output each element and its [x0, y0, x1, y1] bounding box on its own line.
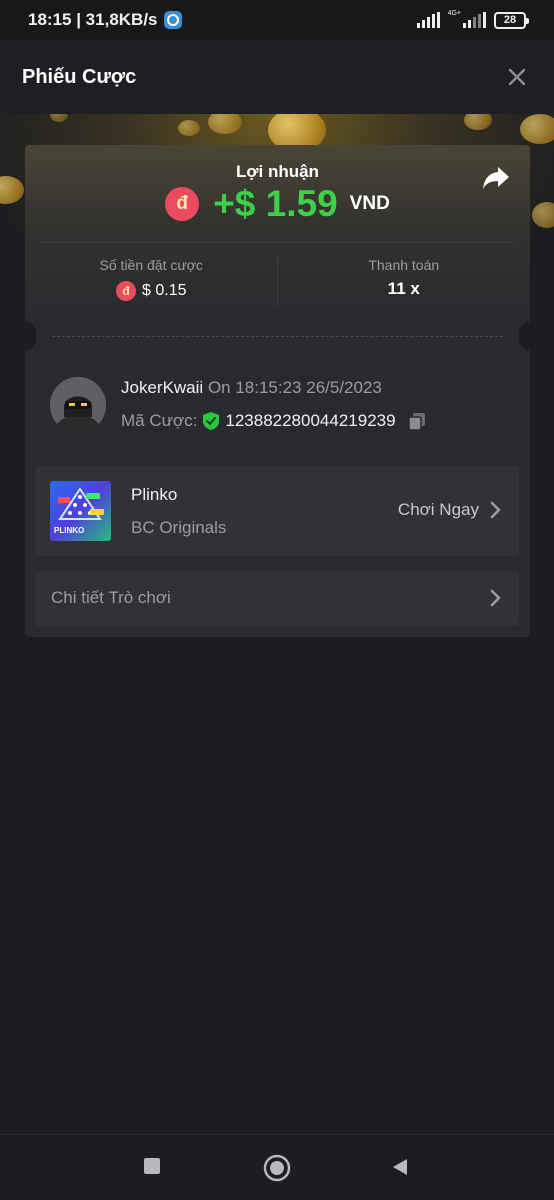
battery-icon: 28	[494, 11, 529, 29]
bet-slip-card: Lợi nhuận đ +$ 1.59 VND Số tiền đặt cược…	[14, 145, 541, 637]
bet-time: On 18:15:23 26/5/2023	[207, 378, 382, 397]
chevron-right-icon	[490, 589, 501, 607]
square-icon	[144, 1158, 160, 1174]
stats-row: Số tiền đặt cược đ $ 0.15 Thanh toán 11 …	[25, 243, 530, 323]
bet-id-label: Mã Cược:	[121, 411, 198, 430]
avatar-image	[50, 377, 106, 433]
avatar[interactable]	[50, 377, 106, 433]
game-row[interactable]: PLINKO Plinko BC Originals Chơi Ngay	[35, 466, 519, 556]
bet-user-row: JokerKwaii On 18:15:23 26/5/2023 Mã Cược…	[50, 375, 510, 435]
verified-shield-icon	[203, 412, 220, 430]
recents-button[interactable]	[143, 1157, 161, 1180]
bet-amount-label: Số tiền đặt cược	[99, 257, 203, 273]
game-details-label: Chi tiết Trò chơi	[51, 588, 171, 607]
play-now-label: Chơi Ngay	[397, 500, 479, 519]
ticket-notch-left	[14, 322, 36, 350]
home-button[interactable]	[263, 1154, 291, 1187]
profit-row: đ +$ 1.59 VND	[25, 183, 530, 225]
signal-icon	[416, 12, 440, 28]
network-type: 4G+	[447, 9, 461, 17]
stat-payout: Thanh toán 11 x	[278, 243, 531, 323]
game-provider: BC Originals	[131, 518, 227, 537]
status-bar: 18:15 | 31,8KB/s 4G+ 28	[0, 0, 554, 40]
status-time-speed: 18:15 | 31,8KB/s	[28, 10, 158, 29]
copy-button[interactable]	[407, 411, 427, 431]
back-triangle-icon	[393, 1159, 407, 1175]
payout-label: Thanh toán	[368, 257, 440, 273]
payout-value: 11 x	[387, 279, 420, 298]
play-now-link[interactable]: Chơi Ngay	[398, 500, 501, 520]
battery-level: 28	[503, 14, 517, 26]
chevron-right-icon	[490, 501, 501, 519]
profit-amount: +$ 1.59	[213, 183, 338, 224]
close-icon	[508, 68, 526, 86]
back-button[interactable]	[391, 1157, 409, 1182]
status-left: 18:15 | 31,8KB/s	[28, 10, 182, 30]
share-button[interactable]	[482, 165, 510, 191]
bet-id: 123882280044219239	[225, 411, 396, 430]
game-name: Plinko	[131, 485, 178, 504]
header: Phiếu Cược	[0, 40, 554, 114]
username[interactable]: JokerKwaii	[121, 378, 203, 397]
app-notification-icon	[163, 11, 182, 29]
currency-icon: đ	[165, 187, 200, 221]
page-title: Phiếu Cược	[22, 65, 137, 88]
game-thumb-label: PLINKO	[54, 526, 85, 535]
status-right: 4G+ 28	[416, 9, 529, 29]
copy-icon	[407, 413, 425, 431]
ticket-notch-right	[519, 322, 541, 350]
share-icon	[483, 167, 509, 189]
game-details-row[interactable]: Chi tiết Trò chơi	[35, 571, 519, 626]
profit-label: Lợi nhuận	[236, 162, 319, 181]
bet-amount-value-row: đ $ 0.15	[116, 281, 186, 301]
signal-icon-secondary	[463, 12, 486, 28]
game-thumbnail: PLINKO	[50, 481, 111, 541]
system-nav-bar	[0, 1134, 554, 1200]
stat-bet-amount: Số tiền đặt cược đ $ 0.15	[25, 243, 278, 323]
close-button[interactable]	[502, 62, 532, 92]
ticket-dashed-divider	[52, 336, 503, 337]
stat-separator	[277, 255, 278, 307]
user-line: JokerKwaii On 18:15:23 26/5/2023	[121, 378, 382, 398]
bet-id-line: Mã Cược: 123882280044219239	[121, 411, 427, 431]
currency-icon-small: đ	[116, 281, 136, 301]
home-circle-icon	[263, 1154, 291, 1182]
bet-amount: $ 0.15	[142, 282, 187, 299]
profit-currency: VND	[349, 193, 390, 214]
